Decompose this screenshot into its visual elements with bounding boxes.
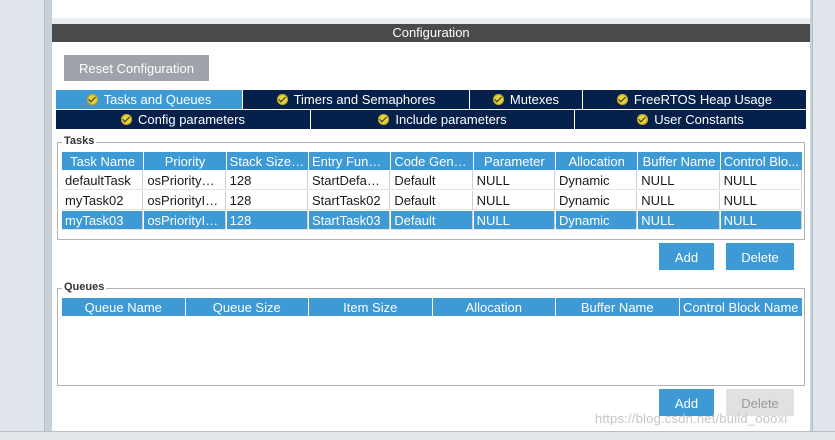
column-header[interactable]: Control Block Name	[679, 298, 802, 316]
tasks-table: Task Name Priority Stack Size ... Entry …	[61, 151, 803, 231]
table-cell: StartTask03	[308, 211, 391, 230]
configuration-panel: Configuration Reset Configuration Tasks …	[52, 0, 810, 431]
table-cell: myTask03	[62, 211, 144, 230]
queues-group-title: Queues	[62, 281, 107, 293]
column-header[interactable]: Allocation	[555, 152, 638, 170]
table-cell: 128	[226, 211, 308, 230]
column-header[interactable]: Allocation	[432, 298, 555, 316]
table-cell: NULL	[720, 171, 802, 190]
table-cell: NULL	[720, 211, 802, 230]
table-cell: NULL	[638, 191, 720, 210]
table-cell: Dynamic	[555, 191, 638, 210]
check-circle-icon	[616, 94, 628, 105]
table-cell: osPriorityN...	[144, 171, 226, 190]
top-panel-strip	[52, 0, 810, 19]
left-sidebar-edge	[0, 0, 45, 439]
reset-configuration-button[interactable]: Reset Configuration	[64, 55, 209, 81]
tab-label: FreeRTOS Heap Usage	[633, 92, 773, 107]
table-row[interactable]: defaultTask osPriorityN... 128 StartDefa…	[62, 171, 802, 190]
table-cell: 128	[226, 171, 308, 190]
check-circle-icon	[276, 94, 288, 105]
tab-include-parameters[interactable]: Include parameters	[311, 110, 575, 129]
tasks-header-row: Task Name Priority Stack Size ... Entry …	[62, 152, 802, 170]
column-header[interactable]: Stack Size ...	[226, 152, 308, 170]
table-cell: NULL	[473, 191, 555, 210]
check-circle-icon	[378, 114, 390, 125]
tasks-add-button[interactable]: Add	[659, 243, 714, 270]
tab-label: Tasks and Queues	[103, 92, 212, 107]
table-cell: myTask02	[62, 191, 144, 210]
tab-label: Include parameters	[395, 112, 507, 127]
table-cell: defaultTask	[62, 171, 144, 190]
tab-tasks-and-queues[interactable]: Tasks and Queues	[56, 90, 243, 109]
table-cell: NULL	[473, 211, 555, 230]
column-header[interactable]: Item Size	[309, 298, 432, 316]
queues-header-row: Queue Name Queue Size Item Size Allocati…	[62, 298, 802, 316]
tab-row-2: Config parameters Include parameters Use…	[56, 110, 806, 129]
column-header[interactable]: Queue Name	[62, 298, 185, 316]
table-cell: NULL	[720, 191, 802, 210]
tasks-group: Tasks Task Name Priority Stack Size ... …	[57, 135, 805, 240]
column-header[interactable]: Code Gene...	[391, 152, 473, 170]
tab-label: Mutexes	[509, 92, 560, 107]
table-cell: 128	[226, 191, 308, 210]
table-row-selected[interactable]: myTask03 osPriorityIdle 128 StartTask03 …	[62, 211, 802, 230]
table-cell: NULL	[638, 211, 720, 230]
check-circle-icon	[86, 94, 98, 105]
table-cell: NULL	[473, 171, 555, 190]
column-header[interactable]: Entry Funct...	[308, 152, 391, 170]
table-cell: osPriorityIdle	[144, 211, 226, 230]
table-row[interactable]: myTask02 osPriorityIdle 128 StartTask02 …	[62, 191, 802, 210]
check-circle-icon	[492, 94, 504, 105]
column-header[interactable]: Task Name	[62, 152, 144, 170]
table-cell: Dynamic	[555, 211, 638, 230]
watermark: https://blog.csdn.net/build_oooxi	[595, 411, 788, 426]
tasks-group-title: Tasks	[62, 135, 97, 147]
tab-label: Timers and Semaphores	[293, 92, 436, 107]
column-header[interactable]: Control Blo...	[720, 152, 802, 170]
table-cell: NULL	[638, 171, 720, 190]
table-cell: StartTask02	[308, 191, 391, 210]
column-header[interactable]: Buffer Name	[556, 298, 679, 316]
column-header[interactable]: Queue Size	[185, 298, 308, 316]
tab-freertos-heap-usage[interactable]: FreeRTOS Heap Usage	[583, 90, 806, 109]
table-cell: Default	[391, 171, 473, 190]
check-circle-icon	[121, 114, 133, 125]
column-header[interactable]: Priority	[144, 152, 226, 170]
tab-timers-and-semaphores[interactable]: Timers and Semaphores	[243, 90, 470, 109]
right-scroll-edge[interactable]	[812, 0, 835, 439]
check-circle-icon	[637, 114, 649, 125]
tab-user-constants[interactable]: User Constants	[575, 110, 806, 129]
table-cell: Default	[391, 211, 473, 230]
queues-table: Queue Name Queue Size Item Size Allocati…	[61, 297, 803, 317]
tab-mutexes[interactable]: Mutexes	[470, 90, 583, 109]
configuration-header: Configuration	[52, 24, 810, 42]
tab-row-1: Tasks and Queues Timers and Semaphores M…	[56, 90, 806, 109]
tasks-delete-button[interactable]: Delete	[726, 243, 794, 270]
table-cell: Dynamic	[555, 171, 638, 190]
table-cell: StartDefault...	[308, 171, 391, 190]
column-header[interactable]: Parameter	[473, 152, 555, 170]
queues-group: Queues Queue Name Queue Size Item Size A…	[57, 281, 805, 386]
column-header[interactable]: Buffer Name	[638, 152, 720, 170]
tab-label: User Constants	[654, 112, 744, 127]
tab-label: Config parameters	[138, 112, 245, 127]
table-cell: Default	[391, 191, 473, 210]
tab-config-parameters[interactable]: Config parameters	[56, 110, 311, 129]
table-cell: osPriorityIdle	[144, 191, 226, 210]
